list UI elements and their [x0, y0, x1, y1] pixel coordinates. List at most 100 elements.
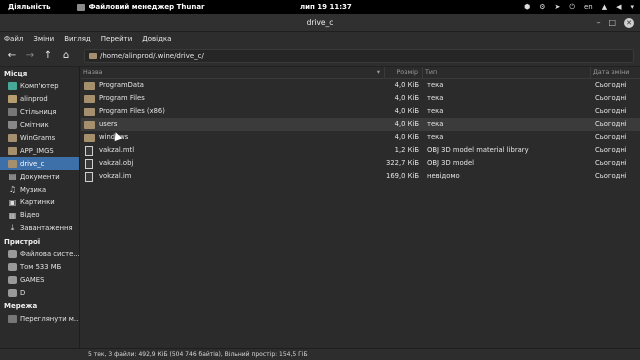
sidebar-item-pictures[interactable]: ▣ Картинки	[0, 196, 79, 209]
language-indicator[interactable]: en	[584, 3, 593, 11]
sidebar-item-wingrams[interactable]: WinGrams	[0, 132, 79, 145]
sidebar-heading-places: Місця	[4, 70, 28, 78]
sidebar-item-home[interactable]: alinprod	[0, 93, 79, 106]
sidebar-heading-network: Мережа	[4, 302, 38, 311]
up-arrow-icon[interactable]: ↑	[40, 48, 56, 64]
file-row[interactable]: Program Files 4,0 КіБ тека Сьогодні	[81, 92, 640, 105]
menu-view[interactable]: Вигляд	[64, 35, 91, 43]
file-size: 1,2 КіБ	[394, 146, 419, 154]
drive-icon	[8, 250, 17, 259]
file-row[interactable]: ProgramData 4,0 КіБ тека Сьогодні	[81, 79, 640, 92]
column-size[interactable]: Розмір	[385, 66, 423, 79]
toolbar: ← → ↑ ⌂ /home/alinprod/.wine/drive_c/	[0, 45, 640, 67]
file-icon	[85, 158, 93, 169]
sidebar-item-games[interactable]: GAMES	[0, 273, 79, 286]
sidebar-item-drive-c[interactable]: drive_c	[0, 157, 79, 171]
window-title: drive_c	[306, 18, 334, 27]
settings-icon[interactable]: ⚙	[539, 3, 545, 11]
file-row[interactable]: vakzal.mtl 1,2 КіБ OBJ 3D model material…	[81, 144, 640, 157]
file-date: Сьогодні	[595, 159, 627, 167]
file-date: Сьогодні	[595, 107, 627, 115]
file-name: vakzal.mtl	[99, 146, 135, 154]
file-row[interactable]: vokzal.im 169,0 КіБ невідомо Сьогодні	[81, 170, 640, 183]
file-row[interactable]: windows 4,0 КіБ тека Сьогодні	[81, 131, 640, 144]
volume-icon[interactable]: ◀	[616, 3, 621, 11]
file-name: users	[99, 120, 118, 128]
column-type[interactable]: Тип	[423, 66, 591, 79]
folder-icon	[84, 120, 95, 129]
menu-file[interactable]: Файл	[4, 35, 23, 43]
folder-icon	[8, 159, 17, 168]
sidebar-item-downloads[interactable]: ⤓ Завантаження	[0, 222, 79, 235]
file-row[interactable]: users 4,0 КіБ тека Сьогодні	[81, 118, 640, 131]
file-name: vokzal.im	[99, 172, 132, 180]
sidebar-item-label: Файлова систе...	[20, 250, 79, 259]
sort-down-icon: ▾	[376, 68, 380, 76]
activities-button[interactable]: Діяльність	[8, 3, 51, 11]
window-titlebar[interactable]: drive_c – □ ✕	[0, 14, 640, 32]
drive-icon	[8, 288, 17, 297]
clock[interactable]: лип 19 11:37	[300, 3, 352, 11]
minimize-icon[interactable]: –	[596, 18, 600, 28]
file-size: 4,0 КіБ	[394, 133, 419, 141]
sidebar: Місця Комп'ютер alinprod Стільниця Смітн…	[0, 67, 80, 348]
sidebar-item-desktop[interactable]: Стільниця	[0, 106, 79, 119]
sidebar-item-video[interactable]: ▦ Відео	[0, 209, 79, 222]
file-name: ProgramData	[99, 81, 144, 89]
sidebar-item-computer[interactable]: Комп'ютер	[0, 80, 79, 93]
sidebar-item-label: GAMES	[20, 275, 45, 284]
close-icon[interactable]: ✕	[624, 17, 634, 28]
sidebar-item-trash[interactable]: Смітник	[0, 119, 79, 132]
sidebar-item-label: Смітник	[20, 121, 49, 130]
file-type: тека	[427, 81, 444, 89]
sidebar-item-label: Стільниця	[20, 108, 57, 117]
file-row[interactable]: Program Files (x86) 4,0 КіБ тека Сьогодн…	[81, 105, 640, 118]
file-size: 4,0 КіБ	[394, 81, 419, 89]
sidebar-item-volume-533[interactable]: Том 533 МБ	[0, 261, 79, 274]
sidebar-item-filesystem[interactable]: Файлова систе...	[0, 248, 79, 261]
file-size: 4,0 КіБ	[394, 94, 419, 102]
power-tray-icon[interactable]: ⏻	[569, 3, 575, 12]
drive-icon	[8, 263, 17, 272]
file-date: Сьогодні	[595, 133, 627, 141]
file-type: тека	[427, 133, 444, 141]
network-icon[interactable]: ▲	[602, 3, 607, 11]
sidebar-heading-devices: Пристрої	[4, 237, 41, 246]
sidebar-item-label: Комп'ютер	[20, 82, 59, 91]
tray-app-icon[interactable]: ⬢	[524, 3, 530, 11]
location-bar[interactable]: /home/alinprod/.wine/drive_c/	[84, 48, 634, 63]
file-date: Сьогодні	[595, 120, 627, 128]
menu-help[interactable]: Довідка	[142, 35, 171, 43]
menu-go[interactable]: Перейти	[101, 35, 133, 43]
folder-icon	[8, 146, 17, 155]
sidebar-item-browse-network[interactable]: Переглянути м...	[0, 312, 79, 325]
sidebar-item-d[interactable]: D	[0, 286, 79, 299]
file-row[interactable]: vakzal.obj 322,7 КіБ OBJ 3D model Сьогод…	[81, 157, 640, 170]
file-name: Program Files (x86)	[99, 107, 165, 115]
maximize-icon[interactable]: □	[608, 18, 616, 28]
app-menu[interactable]: Файловий менеджер Thunar	[76, 3, 205, 11]
file-size: 169,0 КіБ	[386, 172, 419, 180]
column-name[interactable]: Назва ▾	[81, 66, 385, 79]
trash-icon	[8, 121, 17, 130]
menu-bar: Файл Зміни Вигляд Перейти Довідка	[0, 32, 640, 45]
gnome-top-bar: Діяльність Файловий менеджер Thunar лип …	[0, 0, 640, 14]
column-date[interactable]: Дата зміни	[591, 67, 640, 79]
power-menu-icon[interactable]: ▾	[630, 3, 634, 11]
sidebar-item-label: drive_c	[20, 159, 45, 168]
menu-edit[interactable]: Зміни	[33, 35, 54, 43]
back-arrow-icon[interactable]: ←	[4, 48, 20, 64]
file-type: тека	[427, 107, 444, 115]
system-tray: ⬢ ⚙ ➤ ⏻ en ▲ ◀ ▾	[524, 3, 634, 12]
forward-arrow-icon[interactable]: →	[22, 48, 38, 64]
file-date: Сьогодні	[595, 94, 627, 102]
sidebar-item-music[interactable]: ♫ Музика	[0, 183, 79, 196]
home-icon	[8, 95, 17, 104]
file-size: 4,0 КіБ	[394, 120, 419, 128]
home-icon[interactable]: ⌂	[58, 48, 74, 64]
sidebar-item-app-imgs[interactable]: APP_IMGS	[0, 144, 79, 157]
sidebar-item-documents[interactable]: ▤ Документи	[0, 170, 79, 183]
sidebar-item-label: Переглянути м...	[20, 314, 79, 323]
send-icon[interactable]: ➤	[555, 3, 561, 11]
file-icon	[85, 171, 93, 182]
